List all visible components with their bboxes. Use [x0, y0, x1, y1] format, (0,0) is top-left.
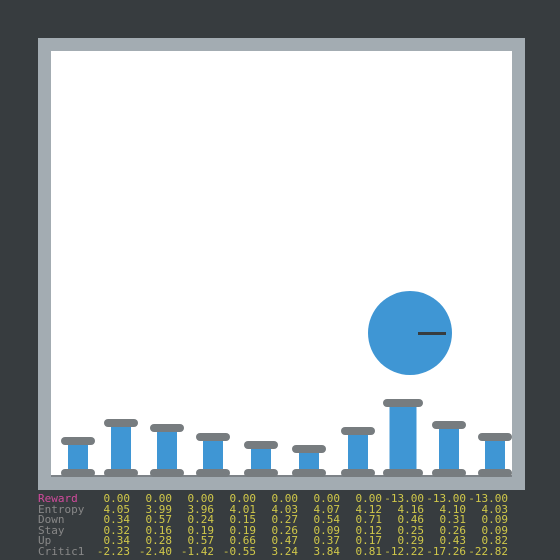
- pillar-cap-bot: [244, 469, 278, 477]
- env-frame: [38, 38, 525, 490]
- pillar-cap-bot: [196, 469, 230, 477]
- pillar-5: [292, 445, 326, 477]
- pillar-cap-bot: [292, 469, 326, 477]
- metrics-cell: -12.22: [382, 547, 424, 558]
- viewport: Reward0.000.000.000.000.000.000.00-13.00…: [0, 0, 560, 560]
- pillar-0: [61, 437, 95, 477]
- metrics-cell: 3.84: [298, 547, 340, 558]
- metrics-cell: -0.55: [214, 547, 256, 558]
- pillar-9: [478, 433, 512, 477]
- pillar-6: [341, 427, 375, 477]
- pillar-4: [244, 441, 278, 477]
- pillar-cap-top: [432, 421, 466, 429]
- pillar-cap-top: [244, 441, 278, 449]
- pillar-cap-top: [61, 437, 95, 445]
- pillar-cap-bot: [104, 469, 138, 477]
- pillar-cap-bot: [150, 469, 184, 477]
- agent-ball: [368, 291, 452, 375]
- pillar-cap-bot: [383, 469, 423, 477]
- pillar-cap-top: [196, 433, 230, 441]
- pillar-shaft: [348, 430, 368, 474]
- pillar-shaft: [439, 424, 459, 474]
- pillar-cap-top: [383, 399, 423, 407]
- pillar-7: [383, 399, 423, 477]
- pillar-cap-bot: [432, 469, 466, 477]
- metrics-cell: -2.40: [130, 547, 172, 558]
- pillar-cap-top: [104, 419, 138, 427]
- pillar-2: [150, 424, 184, 477]
- metrics-cell: -2.23: [88, 547, 130, 558]
- metrics-cell: -22.82: [466, 547, 508, 558]
- metrics-label: Critic1: [38, 547, 88, 558]
- pillar-1: [104, 419, 138, 477]
- pillar-8: [432, 421, 466, 477]
- metrics-table: Reward0.000.000.000.000.000.000.00-13.00…: [38, 494, 528, 557]
- env-canvas: [51, 51, 512, 477]
- pillar-shaft: [390, 402, 417, 474]
- metrics-cell: -17.26: [424, 547, 466, 558]
- metrics-cell: -1.42: [172, 547, 214, 558]
- pillar-cap-top: [150, 424, 184, 432]
- pillar-3: [196, 433, 230, 477]
- pillar-cap-top: [478, 433, 512, 441]
- metrics-cell: 3.24: [256, 547, 298, 558]
- metrics-row: Critic1-2.23-2.40-1.42-0.553.243.840.81-…: [38, 547, 528, 558]
- pillar-cap-top: [341, 427, 375, 435]
- pillar-cap-bot: [341, 469, 375, 477]
- agent-eye: [418, 332, 446, 335]
- pillar-shaft: [157, 427, 177, 474]
- pillar-cap-bot: [61, 469, 95, 477]
- metrics-cell: 0.81: [340, 547, 382, 558]
- pillar-shaft: [111, 422, 131, 474]
- pillar-cap-top: [292, 445, 326, 453]
- pillar-cap-bot: [478, 469, 512, 477]
